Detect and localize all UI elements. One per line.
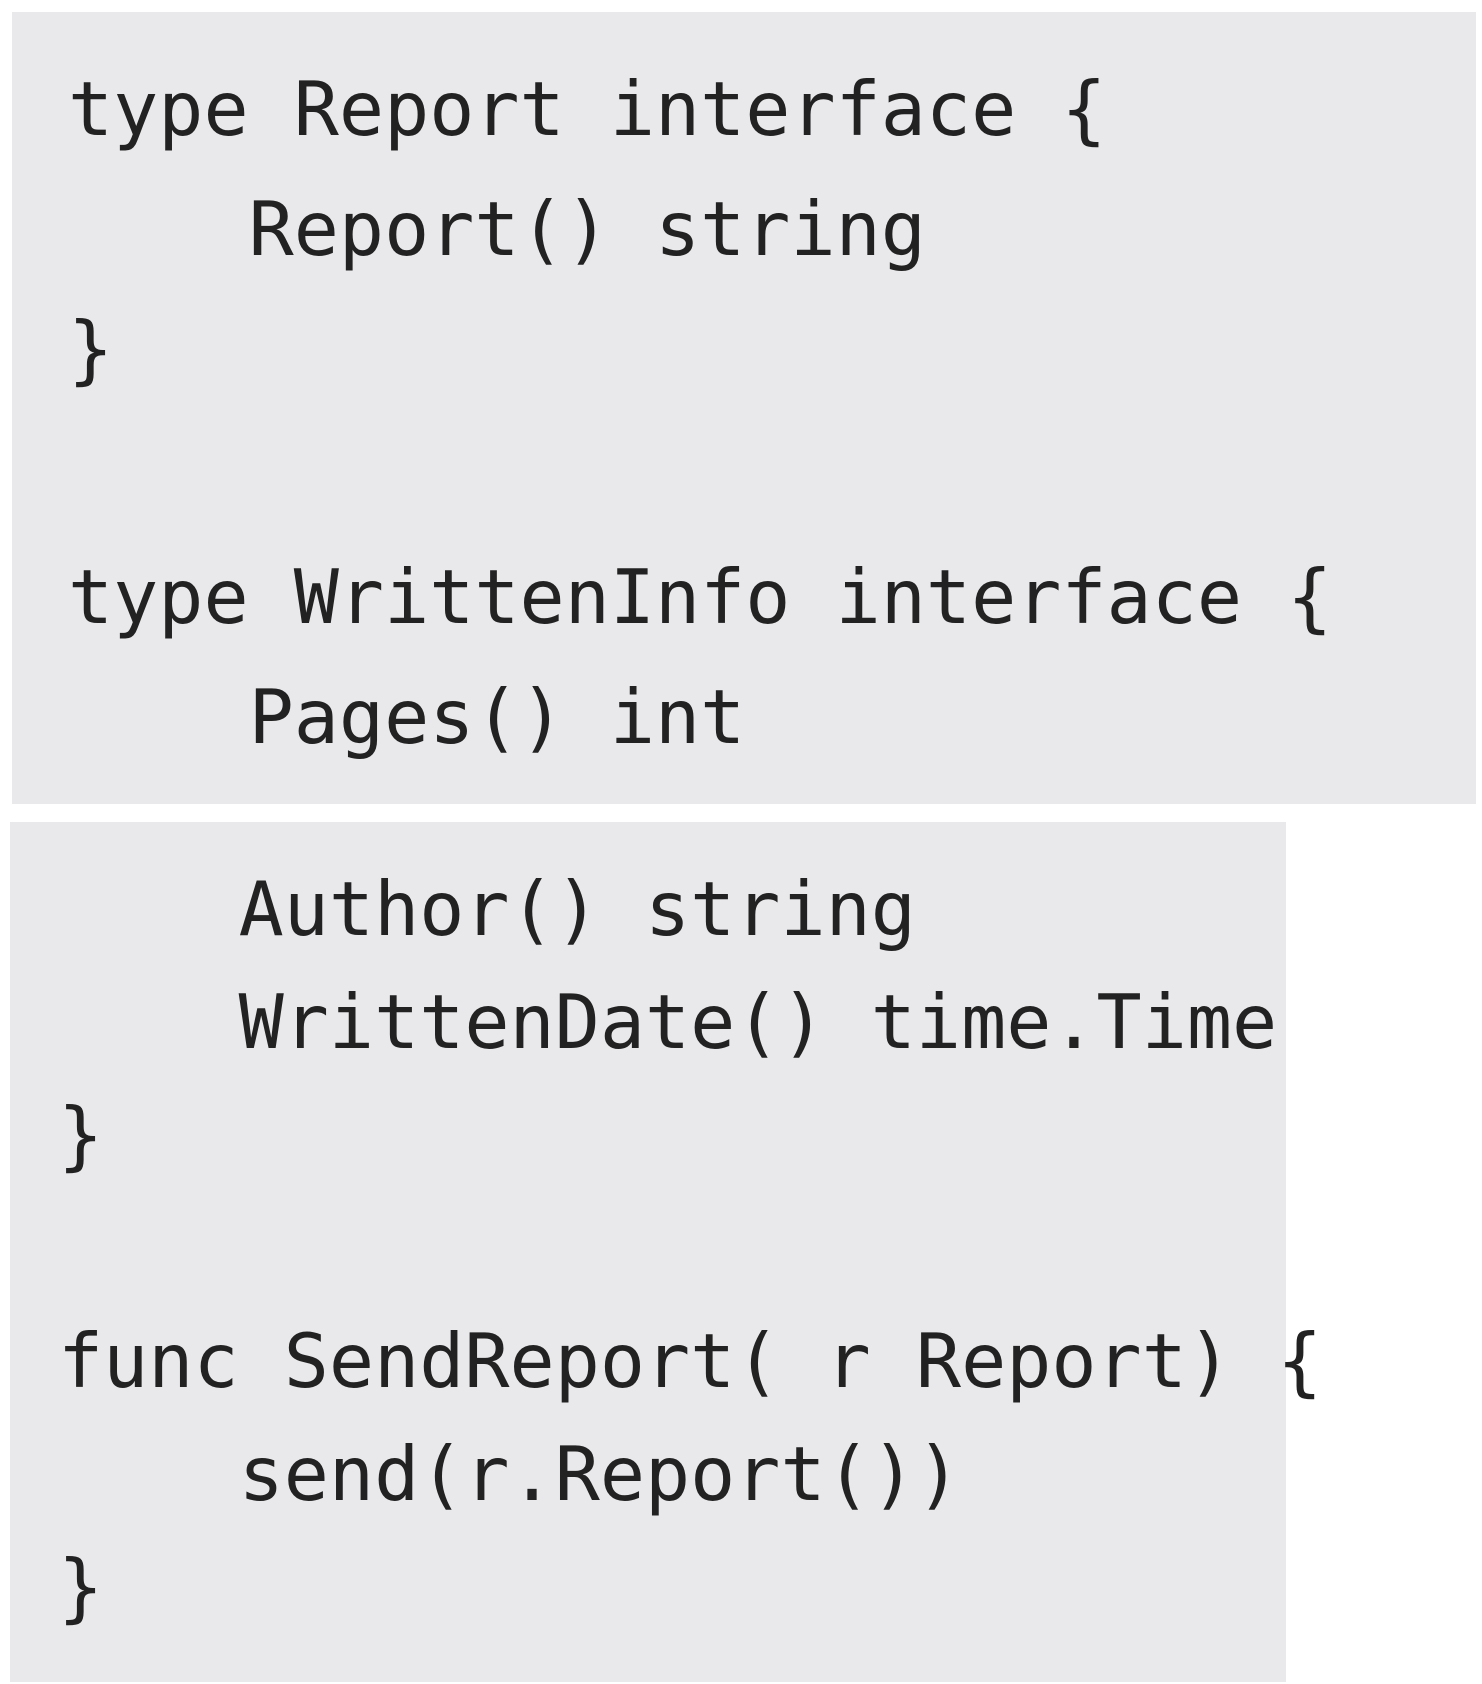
code-line: Report() string bbox=[68, 185, 926, 273]
code-line: func SendReport( r Report) { bbox=[58, 1317, 1323, 1405]
code-line: Author() string bbox=[58, 865, 916, 953]
code-line: send(r.Report()) bbox=[58, 1430, 962, 1518]
code-line: Pages() int bbox=[68, 673, 746, 761]
code-line: WrittenDate() time.Time bbox=[58, 978, 1278, 1066]
code-line: type Report interface { bbox=[68, 65, 1107, 153]
code-line: } bbox=[58, 1543, 104, 1631]
code-line: type WrittenInfo interface { bbox=[68, 553, 1333, 641]
code-block-top: type Report interface { Report() string … bbox=[12, 12, 1476, 804]
code-line: } bbox=[68, 305, 114, 393]
code-line: } bbox=[58, 1091, 104, 1179]
code-block-bottom: Author() string WrittenDate() time.Time … bbox=[10, 822, 1322, 1682]
